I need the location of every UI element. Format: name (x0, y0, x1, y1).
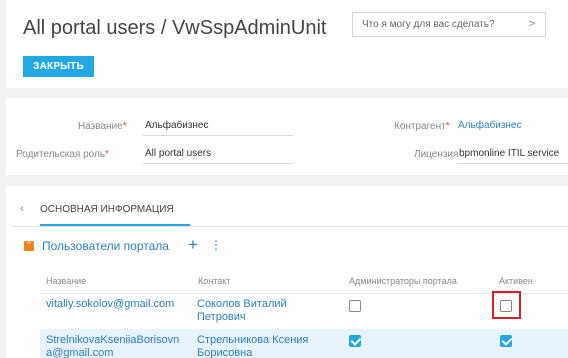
name-field-underline (143, 135, 293, 136)
command-search-input[interactable]: Что я могу для вас сделать? > (352, 12, 546, 37)
chevron-left-icon[interactable]: ‹ (20, 201, 24, 215)
column-header-portal-admins[interactable]: Администраторы портала (349, 276, 457, 286)
account-field-label: Контрагент* (394, 121, 450, 132)
portal-admin-checkbox[interactable] (349, 335, 361, 347)
column-header-contact[interactable]: Контакт (198, 276, 230, 286)
parent-role-field-label: Родительская роль* (16, 149, 109, 160)
account-field-link[interactable]: Альфабизнес (458, 120, 522, 131)
portal-admin-checkbox[interactable] (349, 300, 361, 312)
command-search-placeholder: Что я могу для вас сделать? (362, 19, 495, 30)
chevron-right-icon[interactable]: > (529, 18, 535, 30)
page-header: All portal users / VwSspAdminUnit Что я … (6, 0, 568, 88)
table-row[interactable]: StrelnikovaKseniiaBorisovn a@gmail.com С… (40, 329, 568, 358)
name-field[interactable]: Альфабизнес (145, 120, 209, 131)
more-menu-icon[interactable]: ⋮ (210, 238, 222, 252)
highlight-frame (492, 291, 521, 319)
parent-role-field[interactable]: All portal users (145, 148, 211, 159)
record-fields-panel: Название* Альфабизнес Родительская роль*… (6, 98, 568, 175)
active-checkbox[interactable] (500, 335, 512, 347)
parent-role-field-underline (143, 163, 293, 164)
tabs-divider (12, 226, 568, 227)
section-title[interactable]: Пользователи портала (42, 239, 169, 253)
contact-link[interactable]: Стрельникова Ксения Борисовна (197, 334, 308, 358)
column-header-active[interactable]: Активен (499, 276, 533, 286)
add-icon[interactable]: + (188, 235, 198, 255)
detail-panel: ‹ ОСНОВНАЯ ИНФОРМАЦИЯ ^ Пользователи пор… (6, 186, 568, 358)
contact-link[interactable]: Соколов Виталий Петрович (197, 298, 287, 324)
page-title: All portal users / VwSspAdminUnit (23, 17, 327, 39)
user-name-link[interactable]: StrelnikovaKseniiaBorisovn a@gmail.com (46, 334, 179, 358)
chevron-up-icon: ^ (27, 240, 31, 249)
collapse-section-button[interactable]: ^ (24, 240, 34, 251)
license-field-underline (457, 163, 568, 164)
license-field[interactable]: bpmonline ITIL service (459, 148, 559, 159)
close-button[interactable]: ЗАКРЫТЬ (23, 56, 94, 77)
column-header-name[interactable]: Название (46, 276, 86, 286)
user-name-link[interactable]: vitaliy.sokolov@gmail.com (46, 298, 174, 311)
tab-main-info[interactable]: ОСНОВНАЯ ИНФОРМАЦИЯ (40, 204, 174, 215)
name-field-label: Название* (78, 121, 127, 132)
license-field-label: Лицензия (414, 149, 459, 160)
table-row[interactable]: vitaliy.sokolov@gmail.com Соколов Витали… (40, 291, 568, 329)
